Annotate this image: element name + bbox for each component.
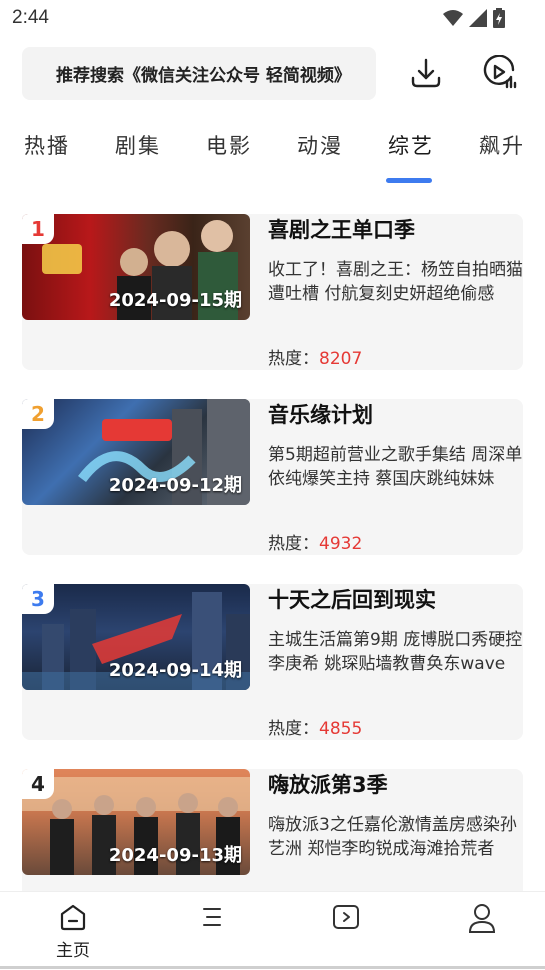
signal-icon bbox=[469, 9, 487, 27]
status-time: 2:44 bbox=[12, 7, 49, 28]
show-title: 嗨放派第3季 bbox=[268, 773, 388, 797]
heat-value: 4932 bbox=[319, 534, 363, 554]
thumbnail: 2024-09-15期 1 bbox=[22, 214, 250, 320]
show-title: 十天之后回到现实 bbox=[268, 588, 436, 612]
episode-date: 2024-09-13期 bbox=[108, 845, 242, 866]
tab-movie[interactable]: 电影 bbox=[206, 130, 252, 160]
download-button[interactable] bbox=[405, 52, 447, 94]
show-title: 音乐缘计划 bbox=[268, 403, 373, 427]
tab-hot[interactable]: 热播 bbox=[24, 130, 70, 160]
search-bar[interactable]: 推荐搜索《微信关注公众号 轻简视频》 bbox=[22, 47, 376, 100]
rank-badge: 1 bbox=[22, 214, 54, 244]
show-description: 嗨放派3之任嘉伦激情盖房感染孙艺洲 郑恺李昀锐成海滩拾荒者 bbox=[268, 815, 517, 859]
list-item[interactable]: 2024-09-12期 2 音乐缘计划 第5期超前营业之歌手集结 周深单依纯爆笑… bbox=[22, 399, 523, 555]
list-item[interactable]: 2024-09-15期 1 喜剧之王单口季 收工了！喜剧之王：杨笠自拍晒猫遭吐槽… bbox=[22, 214, 523, 370]
show-title: 喜剧之王单口季 bbox=[268, 218, 415, 242]
show-description: 收工了！喜剧之王：杨笠自拍晒猫遭吐槽 付航复刻史妍超绝偷感 bbox=[268, 260, 523, 304]
nav-list[interactable] bbox=[181, 902, 241, 932]
heat-label: 热度： bbox=[268, 534, 319, 554]
tab-series[interactable]: 剧集 bbox=[115, 130, 161, 160]
heat-score: 热度：4855 bbox=[268, 714, 362, 739]
show-description: 主城生活篇第9期 庞博脱口秀硬控李庚希 姚琛贴墙教曹奂东wave bbox=[268, 630, 523, 674]
video-play-icon bbox=[333, 905, 359, 929]
home-icon bbox=[60, 904, 86, 931]
rank-badge: 3 bbox=[22, 584, 54, 614]
heat-value: 8207 bbox=[319, 349, 363, 369]
battery-icon bbox=[493, 8, 505, 28]
show-description: 第5期超前营业之歌手集结 周深单依纯爆笑主持 蔡国庆跳纯妹妹 bbox=[268, 445, 523, 489]
tab-anime[interactable]: 动漫 bbox=[297, 130, 343, 160]
search-placeholder: 推荐搜索《微信关注公众号 轻简视频》 bbox=[56, 66, 351, 86]
nav-home[interactable]: 主页 bbox=[43, 902, 103, 961]
bottom-nav: 主页 bbox=[0, 891, 545, 970]
play-history-button[interactable] bbox=[478, 52, 520, 94]
episode-date: 2024-09-15期 bbox=[108, 290, 242, 311]
heat-score: 热度：8207 bbox=[268, 344, 362, 369]
episode-date: 2024-09-12期 bbox=[108, 475, 242, 496]
tab-variety[interactable]: 综艺 bbox=[388, 130, 434, 160]
wifi-icon bbox=[443, 10, 463, 26]
active-tab-indicator bbox=[386, 178, 432, 183]
heat-value: 4855 bbox=[319, 719, 363, 739]
rank-badge: 4 bbox=[22, 769, 54, 799]
nav-profile[interactable] bbox=[452, 902, 512, 934]
nav-video[interactable] bbox=[316, 902, 376, 932]
status-bar: 2:44 bbox=[0, 0, 545, 36]
tab-rising[interactable]: 飙升 bbox=[479, 130, 525, 160]
episode-date: 2024-09-14期 bbox=[108, 660, 242, 681]
thumbnail: 2024-09-12期 2 bbox=[22, 399, 250, 505]
play-history-icon bbox=[483, 55, 517, 89]
user-icon bbox=[468, 904, 496, 933]
thumbnail: 2024-09-14期 3 bbox=[22, 584, 250, 690]
category-tabs: 热播 剧集 电影 动漫 综艺 飙升 bbox=[0, 130, 545, 190]
list-item[interactable]: 2024-09-14期 3 十天之后回到现实 主城生活篇第9期 庞博脱口秀硬控李… bbox=[22, 584, 523, 740]
heat-label: 热度： bbox=[268, 719, 319, 739]
heat-label: 热度： bbox=[268, 349, 319, 369]
list-icon bbox=[203, 908, 221, 926]
download-icon bbox=[411, 58, 441, 88]
nav-home-label: 主页 bbox=[56, 941, 90, 961]
status-icons bbox=[443, 8, 505, 28]
rank-badge: 2 bbox=[22, 399, 54, 429]
thumbnail: 2024-09-13期 4 bbox=[22, 769, 250, 875]
heat-score: 热度：4932 bbox=[268, 529, 362, 554]
